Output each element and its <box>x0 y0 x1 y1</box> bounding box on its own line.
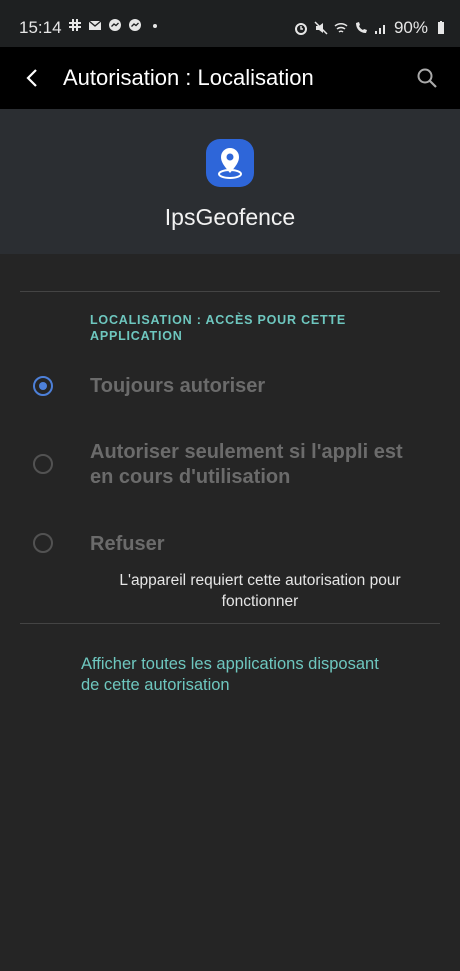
search-icon[interactable] <box>416 67 438 89</box>
app-bar: Autorisation : Localisation <box>0 47 460 109</box>
radio-button[interactable] <box>33 533 53 553</box>
option-label: Refuser <box>90 533 165 555</box>
battery-percent: 90% <box>393 18 428 37</box>
divider <box>20 623 440 624</box>
notification-icons <box>68 18 162 32</box>
signal-icon <box>374 25 385 34</box>
radio-button[interactable] <box>33 376 53 396</box>
app-icon <box>206 139 254 187</box>
mute-icon <box>314 21 328 35</box>
status-bar: 15:14 90% <box>0 0 460 47</box>
page-title: Autorisation : Localisation <box>63 65 314 90</box>
messenger-icon <box>129 19 141 31</box>
alarm-icon <box>294 23 307 35</box>
deny-note: L'appareil requiert cette autorisation p… <box>119 572 401 610</box>
messenger-icon <box>109 19 121 31</box>
mail-icon <box>88 20 102 30</box>
app-name: IpsGeofence <box>164 204 296 230</box>
section-label: LOCALISATION : ACCÈS POUR CETTE APPLICAT… <box>90 313 347 343</box>
back-arrow-icon[interactable] <box>22 67 44 89</box>
show-all-apps-link[interactable]: Afficher toutes les applications disposa… <box>81 654 381 696</box>
location-pin-icon <box>218 148 242 179</box>
status-time: 15:14 <box>19 18 62 37</box>
wifi-icon <box>334 22 348 33</box>
option-label: Autoriser seulement si l'appli est en co… <box>90 441 403 488</box>
divider <box>20 291 440 292</box>
slack-icon <box>69 19 81 31</box>
app-header: IpsGeofence <box>0 109 460 254</box>
dot-icon <box>153 24 157 28</box>
radio-button[interactable] <box>33 454 53 474</box>
battery-icon <box>438 21 444 34</box>
system-icons: 90% <box>294 18 448 38</box>
wifi-call-icon <box>355 22 367 33</box>
option-label: Toujours autoriser <box>90 375 266 397</box>
